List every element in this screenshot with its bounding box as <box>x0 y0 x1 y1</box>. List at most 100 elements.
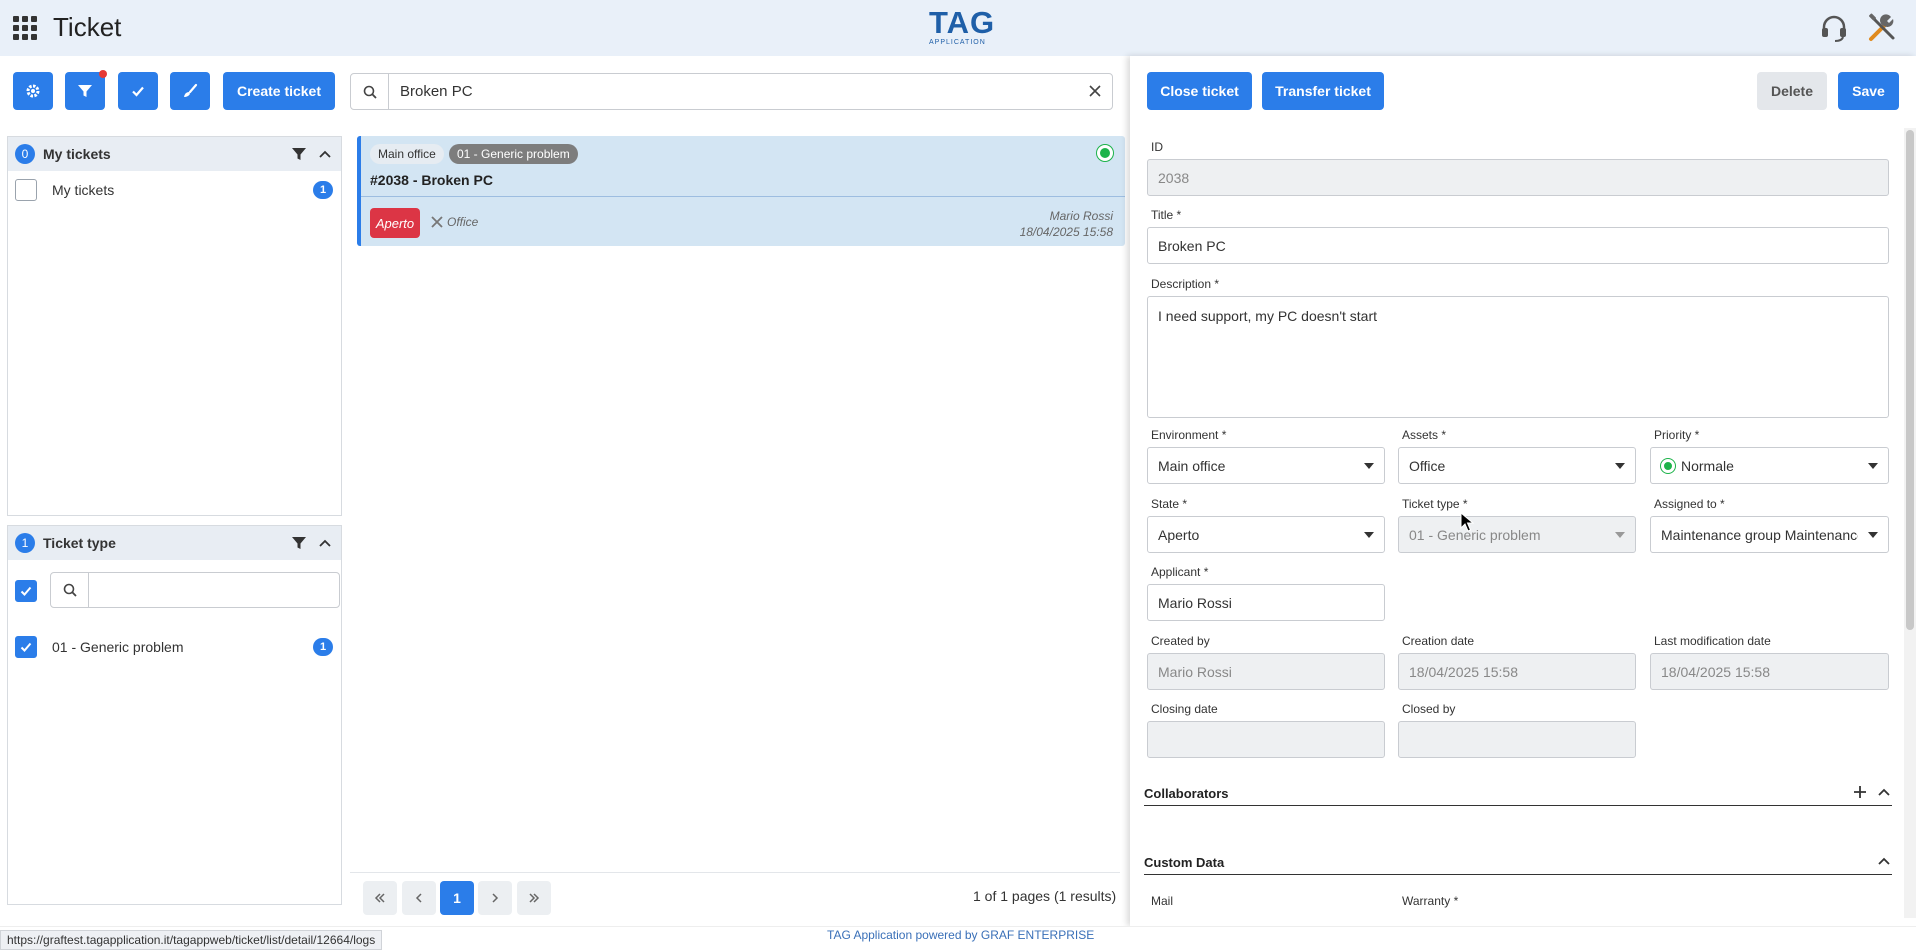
environment-value: Main office <box>1158 457 1226 474</box>
applicant-label: Applicant * <box>1151 565 1209 579</box>
created-by-field: Mario Rossi <box>1147 653 1385 690</box>
custom-data-section-header[interactable]: Custom Data <box>1144 853 1892 875</box>
clear-search-icon[interactable] <box>1086 82 1104 100</box>
description-field[interactable]: I need support, my PC doesn't start <box>1147 296 1889 418</box>
chevron-up-icon[interactable] <box>317 146 333 162</box>
list-item[interactable]: My tickets 1 <box>15 179 335 201</box>
powered-by-text: TAG Application powered by GRAF ENTERPRI… <box>827 928 1095 942</box>
environment-label: Environment * <box>1151 428 1227 442</box>
tools-icon <box>431 216 443 228</box>
pagination-info: 1 of 1 pages (1 results) <box>973 888 1117 904</box>
filter-icon[interactable] <box>291 535 307 551</box>
page-title: Ticket <box>53 12 122 42</box>
select-all-types-checkbox[interactable] <box>15 580 37 602</box>
close-ticket-button[interactable]: Close ticket <box>1147 72 1252 110</box>
divider <box>361 196 1125 197</box>
search-icon <box>351 74 389 109</box>
ticket-card-title: #2038 - Broken PC <box>370 172 493 188</box>
priority-select[interactable]: Normale <box>1650 447 1889 484</box>
assets-value: Office <box>1409 457 1446 474</box>
creation-date-label: Creation date <box>1402 634 1475 648</box>
double-chevron-left-icon <box>374 893 385 903</box>
clear-filters-button[interactable] <box>170 72 210 110</box>
next-page-button[interactable] <box>478 881 512 915</box>
ticket-search[interactable]: Broken PC <box>350 73 1113 110</box>
title-label: Title * <box>1151 208 1182 222</box>
ticket-card[interactable]: Main office 01 - Generic problem #2038 -… <box>357 136 1125 246</box>
closing-date-label: Closing date <box>1151 702 1218 716</box>
last-page-button[interactable] <box>517 881 551 915</box>
filter-button[interactable] <box>65 72 105 110</box>
save-button[interactable]: Save <box>1838 72 1899 110</box>
mail-label: Mail <box>1151 894 1174 908</box>
tools-icon[interactable] <box>1866 12 1898 44</box>
list-item[interactable]: 01 - Generic problem 1 <box>15 636 335 658</box>
first-page-button[interactable] <box>363 881 397 915</box>
chevron-up-icon[interactable] <box>317 535 333 551</box>
state-badge: Aperto <box>370 208 420 238</box>
state-select[interactable]: Aperto <box>1147 516 1385 553</box>
count-badge: 1 <box>313 181 333 199</box>
ticket-type-select: 01 - Generic problem <box>1398 516 1636 553</box>
chevron-up-icon[interactable] <box>1876 853 1892 869</box>
collaborators-section-header[interactable]: Collaborators <box>1144 784 1892 806</box>
ticket-type-panel-title: Ticket type <box>43 535 116 551</box>
search-input[interactable]: Broken PC <box>400 83 473 100</box>
state-value: Aperto <box>1158 526 1200 543</box>
asset-name: Office <box>447 215 479 229</box>
filter-active-dot <box>99 70 107 78</box>
chevron-right-icon <box>492 893 499 903</box>
my-tickets-panel-title: My tickets <box>43 146 111 162</box>
ticket-card-date: 18/04/2025 15:58 <box>1019 225 1113 239</box>
chevron-down-icon <box>1868 463 1878 469</box>
ticket-type-panel: 1 Ticket type 01 - Generic problem 1 <box>7 525 342 905</box>
create-ticket-button[interactable]: Create ticket <box>223 72 335 110</box>
ticket-card-user: Mario Rossi <box>1049 209 1113 223</box>
delete-button[interactable]: Delete <box>1757 72 1827 110</box>
priority-label: Priority * <box>1654 428 1700 442</box>
settings-button[interactable] <box>13 72 53 110</box>
filter-icon[interactable] <box>291 146 307 162</box>
ticket-type-search-input[interactable] <box>93 577 333 603</box>
assigned-to-value: Maintenance group Maintenance <box>1661 526 1858 543</box>
ticket-type-label: Ticket type * <box>1402 497 1468 511</box>
chevron-up-icon[interactable] <box>1876 784 1892 800</box>
creation-date-field: 18/04/2025 15:58 <box>1398 653 1636 690</box>
closed-by-label: Closed by <box>1402 702 1456 716</box>
list-item-label: My tickets <box>52 182 115 198</box>
my-tickets-count-badge: 0 <box>15 144 35 164</box>
last-modification-date-field: 18/04/2025 15:58 <box>1650 653 1889 690</box>
ticket-type-search[interactable] <box>50 572 340 608</box>
list-item-label: 01 - Generic problem <box>52 639 184 655</box>
apps-grid-icon[interactable] <box>13 16 37 40</box>
page-button-current[interactable]: 1 <box>440 881 474 915</box>
plus-icon[interactable] <box>1852 784 1868 800</box>
ticket-card-meta: Mario Rossi 18/04/2025 15:58 <box>1020 208 1113 240</box>
select-all-button[interactable] <box>118 72 158 110</box>
search-icon <box>51 573 89 607</box>
double-chevron-right-icon <box>529 893 540 903</box>
previous-page-button[interactable] <box>402 881 436 915</box>
environment-select[interactable]: Main office <box>1147 447 1385 484</box>
scrollbar-thumb[interactable] <box>1906 130 1914 630</box>
ticket-type-value: 01 - Generic problem <box>1409 526 1541 543</box>
assigned-to-select[interactable]: Maintenance group Maintenance <box>1650 516 1889 553</box>
divider <box>350 872 1120 873</box>
my-tickets-checkbox[interactable] <box>15 179 37 201</box>
warranty-label: Warranty * <box>1402 894 1459 908</box>
check-icon <box>132 86 144 97</box>
chevron-down-icon <box>1615 463 1625 469</box>
gear-icon <box>26 84 40 98</box>
assets-select[interactable]: Office <box>1398 447 1636 484</box>
filter-icon <box>78 85 92 97</box>
ticket-type-checkbox[interactable] <box>15 636 37 658</box>
applicant-field[interactable]: Mario Rossi <box>1147 584 1385 621</box>
title-field[interactable]: Broken PC <box>1147 227 1889 264</box>
transfer-ticket-button[interactable]: Transfer ticket <box>1262 72 1384 110</box>
environment-tag: Main office <box>370 144 444 164</box>
headset-support-icon[interactable] <box>1818 12 1850 44</box>
chevron-down-icon <box>1364 463 1374 469</box>
my-tickets-panel: 0 My tickets My tickets 1 <box>7 136 342 516</box>
tag-logo: TAG APPLICATION <box>929 5 996 47</box>
count-badge: 1 <box>313 638 333 656</box>
